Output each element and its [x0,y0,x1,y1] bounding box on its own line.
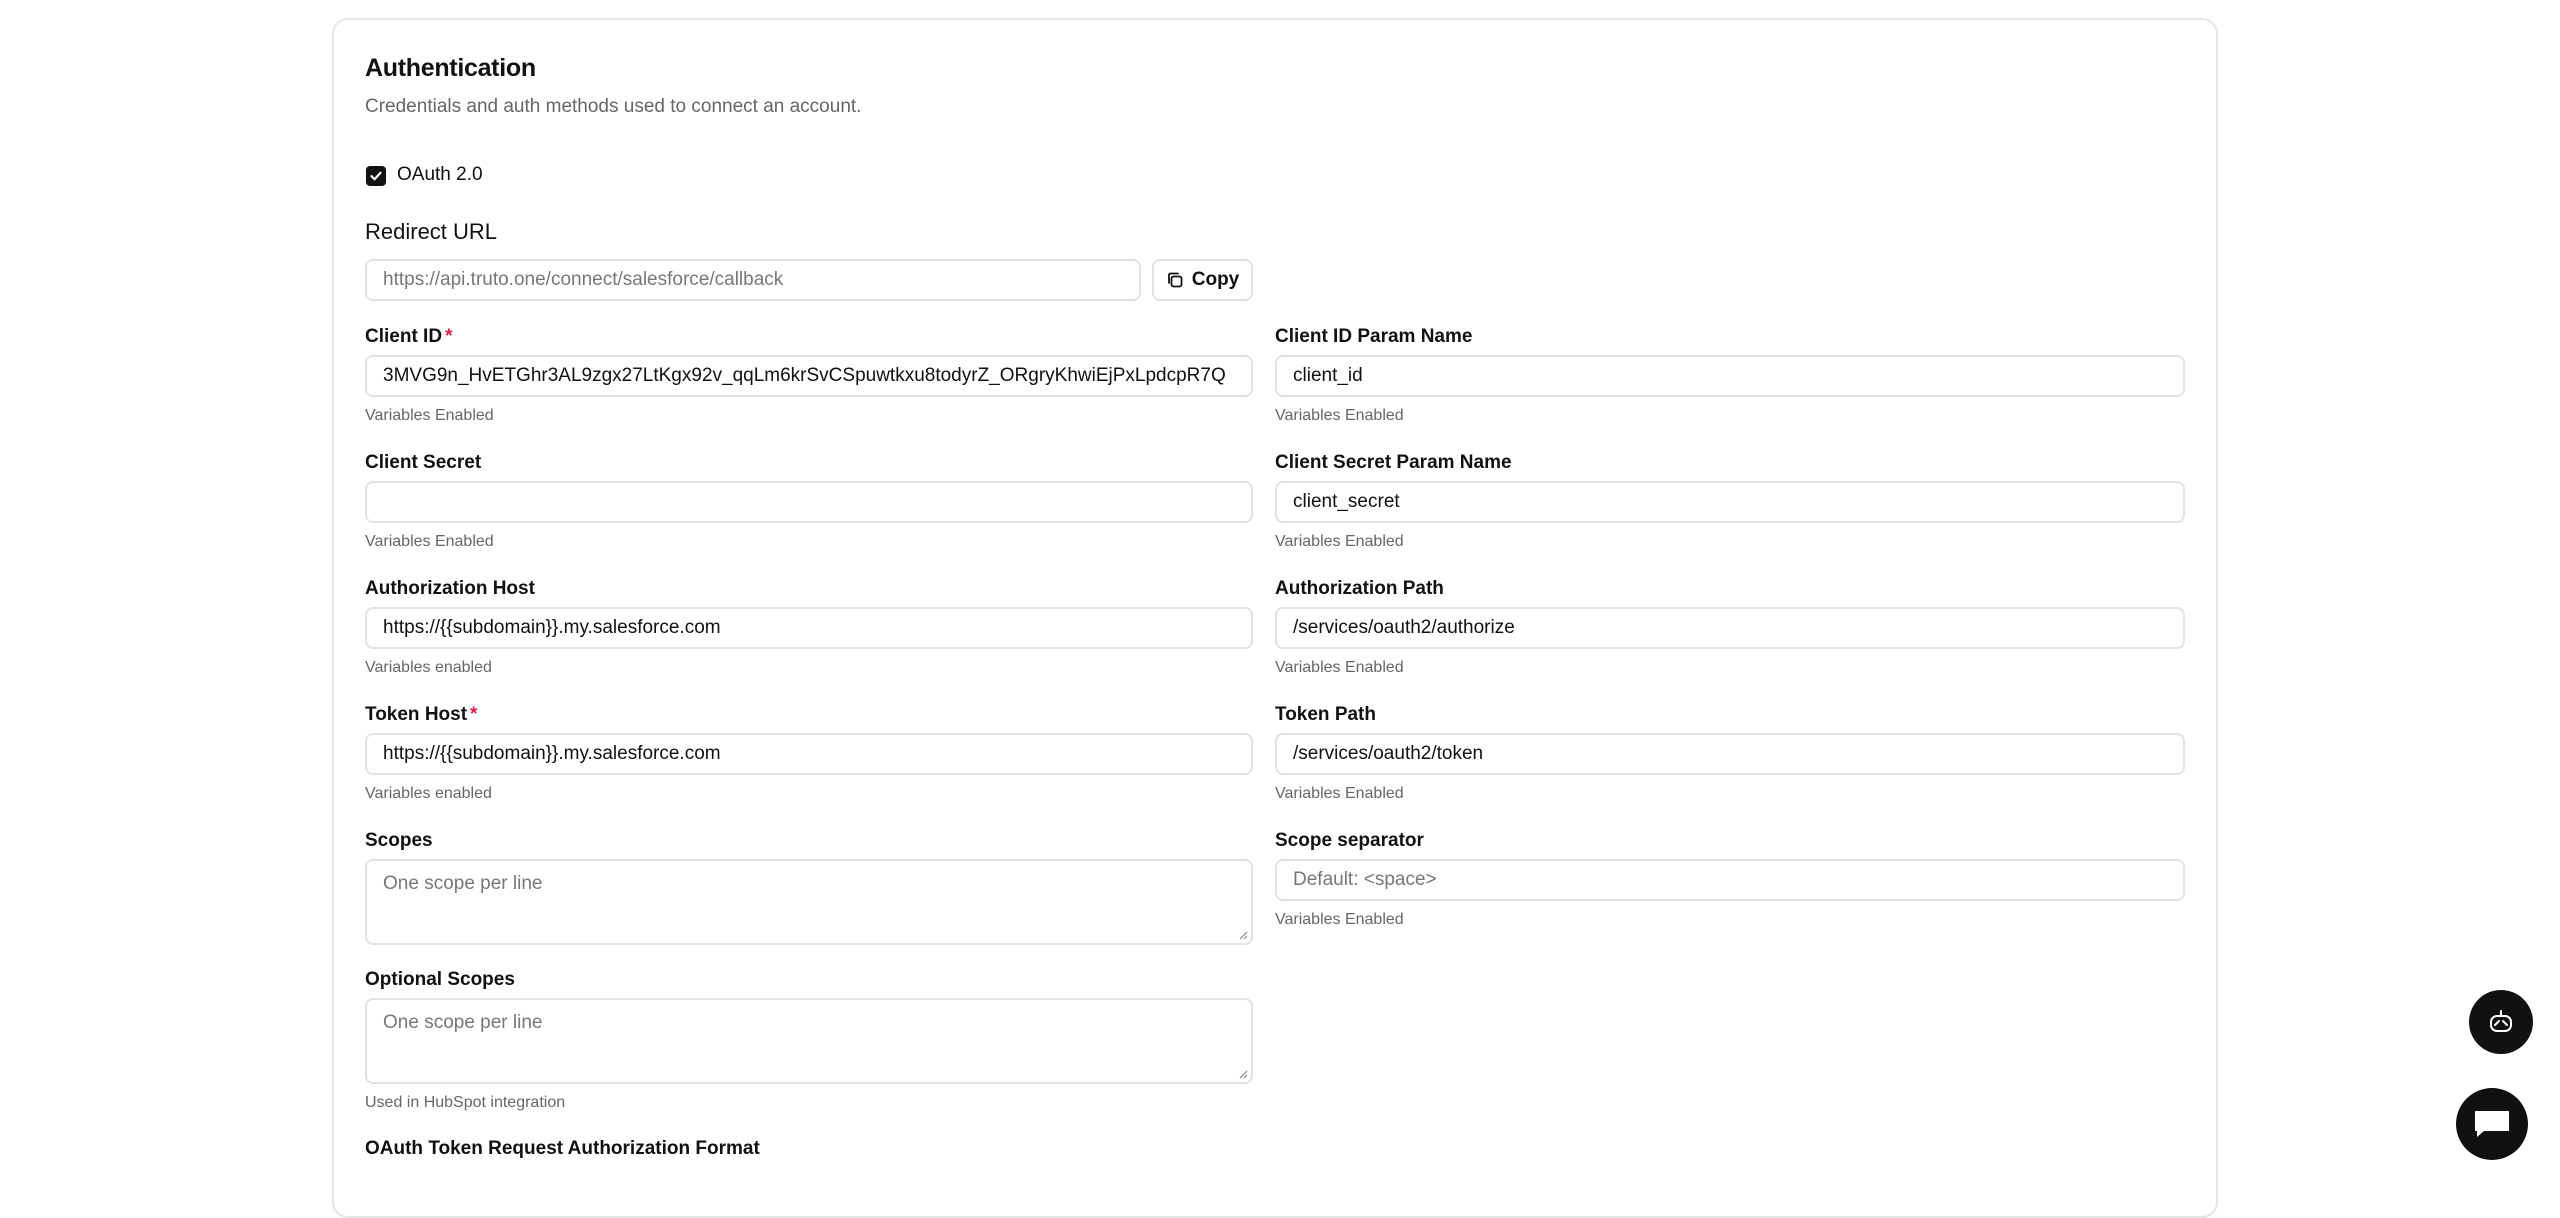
required-marker: * [445,326,453,347]
redirect-url-label: Redirect URL [365,219,498,244]
check-icon [370,171,382,181]
scopes-placeholder: One scope per line [383,873,543,894]
authorization-host-help: Variables enabled [365,659,492,676]
copy-button[interactable]: Copy [1152,259,1253,301]
resize-handle-icon[interactable] [1238,930,1248,940]
scope-separator-input[interactable]: Default: <space> [1275,859,2185,901]
authorization-host-input[interactable]: https://{{subdomain}}.my.salesforce.com [365,607,1253,649]
client-id-help: Variables Enabled [365,407,494,424]
oauth2-checkbox-label[interactable]: OAuth 2.0 [397,164,483,186]
authorization-path-help: Variables Enabled [1275,659,1404,676]
token-host-label-text: Token Host [365,704,468,725]
assistant-bot-button[interactable] [2469,990,2533,1054]
optional-scopes-label: Optional Scopes [365,969,515,990]
copy-button-label: Copy [1191,269,1240,290]
optional-scopes-placeholder: One scope per line [383,1012,543,1033]
authorization-path-input[interactable]: /services/oauth2/authorize [1275,607,2185,649]
client-id-label: Client ID * [365,326,452,348]
token-request-format-label: OAuth Token Request Authorization Format [365,1138,760,1159]
authorization-path-label: Authorization Path [1275,578,1444,599]
optional-scopes-help: Used in HubSpot integration [365,1094,566,1111]
resize-handle-icon[interactable] [1238,1069,1248,1079]
redirect-url-input[interactable]: https://api.truto.one/connect/salesforce… [365,259,1141,301]
client-id-input[interactable]: 3MVG9n_HvETGhr3AL9zgx27LtKgx92v_qqLm6krS… [365,355,1253,397]
scope-separator-help: Variables Enabled [1275,911,1404,928]
client-secret-input[interactable] [365,481,1253,523]
token-path-help: Variables Enabled [1275,785,1404,802]
bot-icon [2490,1010,2512,1032]
token-host-help: Variables enabled [365,785,492,802]
authorization-host-label: Authorization Host [365,578,535,599]
oauth2-checkbox[interactable] [366,166,386,186]
token-host-label: Token Host * [365,704,477,726]
client-secret-param-input[interactable]: client_secret [1275,481,2185,523]
optional-scopes-textarea[interactable]: One scope per line [365,998,1253,1084]
scopes-textarea[interactable]: One scope per line [365,859,1253,945]
token-host-input[interactable]: https://{{subdomain}}.my.salesforce.com [365,733,1253,775]
required-marker: * [470,704,478,725]
client-secret-help: Variables Enabled [365,533,494,550]
scopes-label: Scopes [365,830,433,851]
chat-icon [2475,1111,2509,1137]
scope-separator-label: Scope separator [1275,830,1424,851]
client-secret-label: Client Secret [365,452,482,473]
client-id-param-help: Variables Enabled [1275,407,1404,424]
section-subtitle: Credentials and auth methods used to con… [365,96,862,117]
client-id-param-input[interactable]: client_id [1275,355,2185,397]
section-title: Authentication [365,54,536,82]
client-secret-param-help: Variables Enabled [1275,533,1404,550]
client-id-label-text: Client ID [365,326,443,347]
token-path-label: Token Path [1275,704,1376,725]
client-secret-param-label: Client Secret Param Name [1275,452,1512,473]
client-id-param-label: Client ID Param Name [1275,326,1473,347]
token-path-input[interactable]: /services/oauth2/token [1275,733,2185,775]
chat-launcher-button[interactable] [2456,1088,2528,1160]
copy-icon [1167,272,1183,288]
